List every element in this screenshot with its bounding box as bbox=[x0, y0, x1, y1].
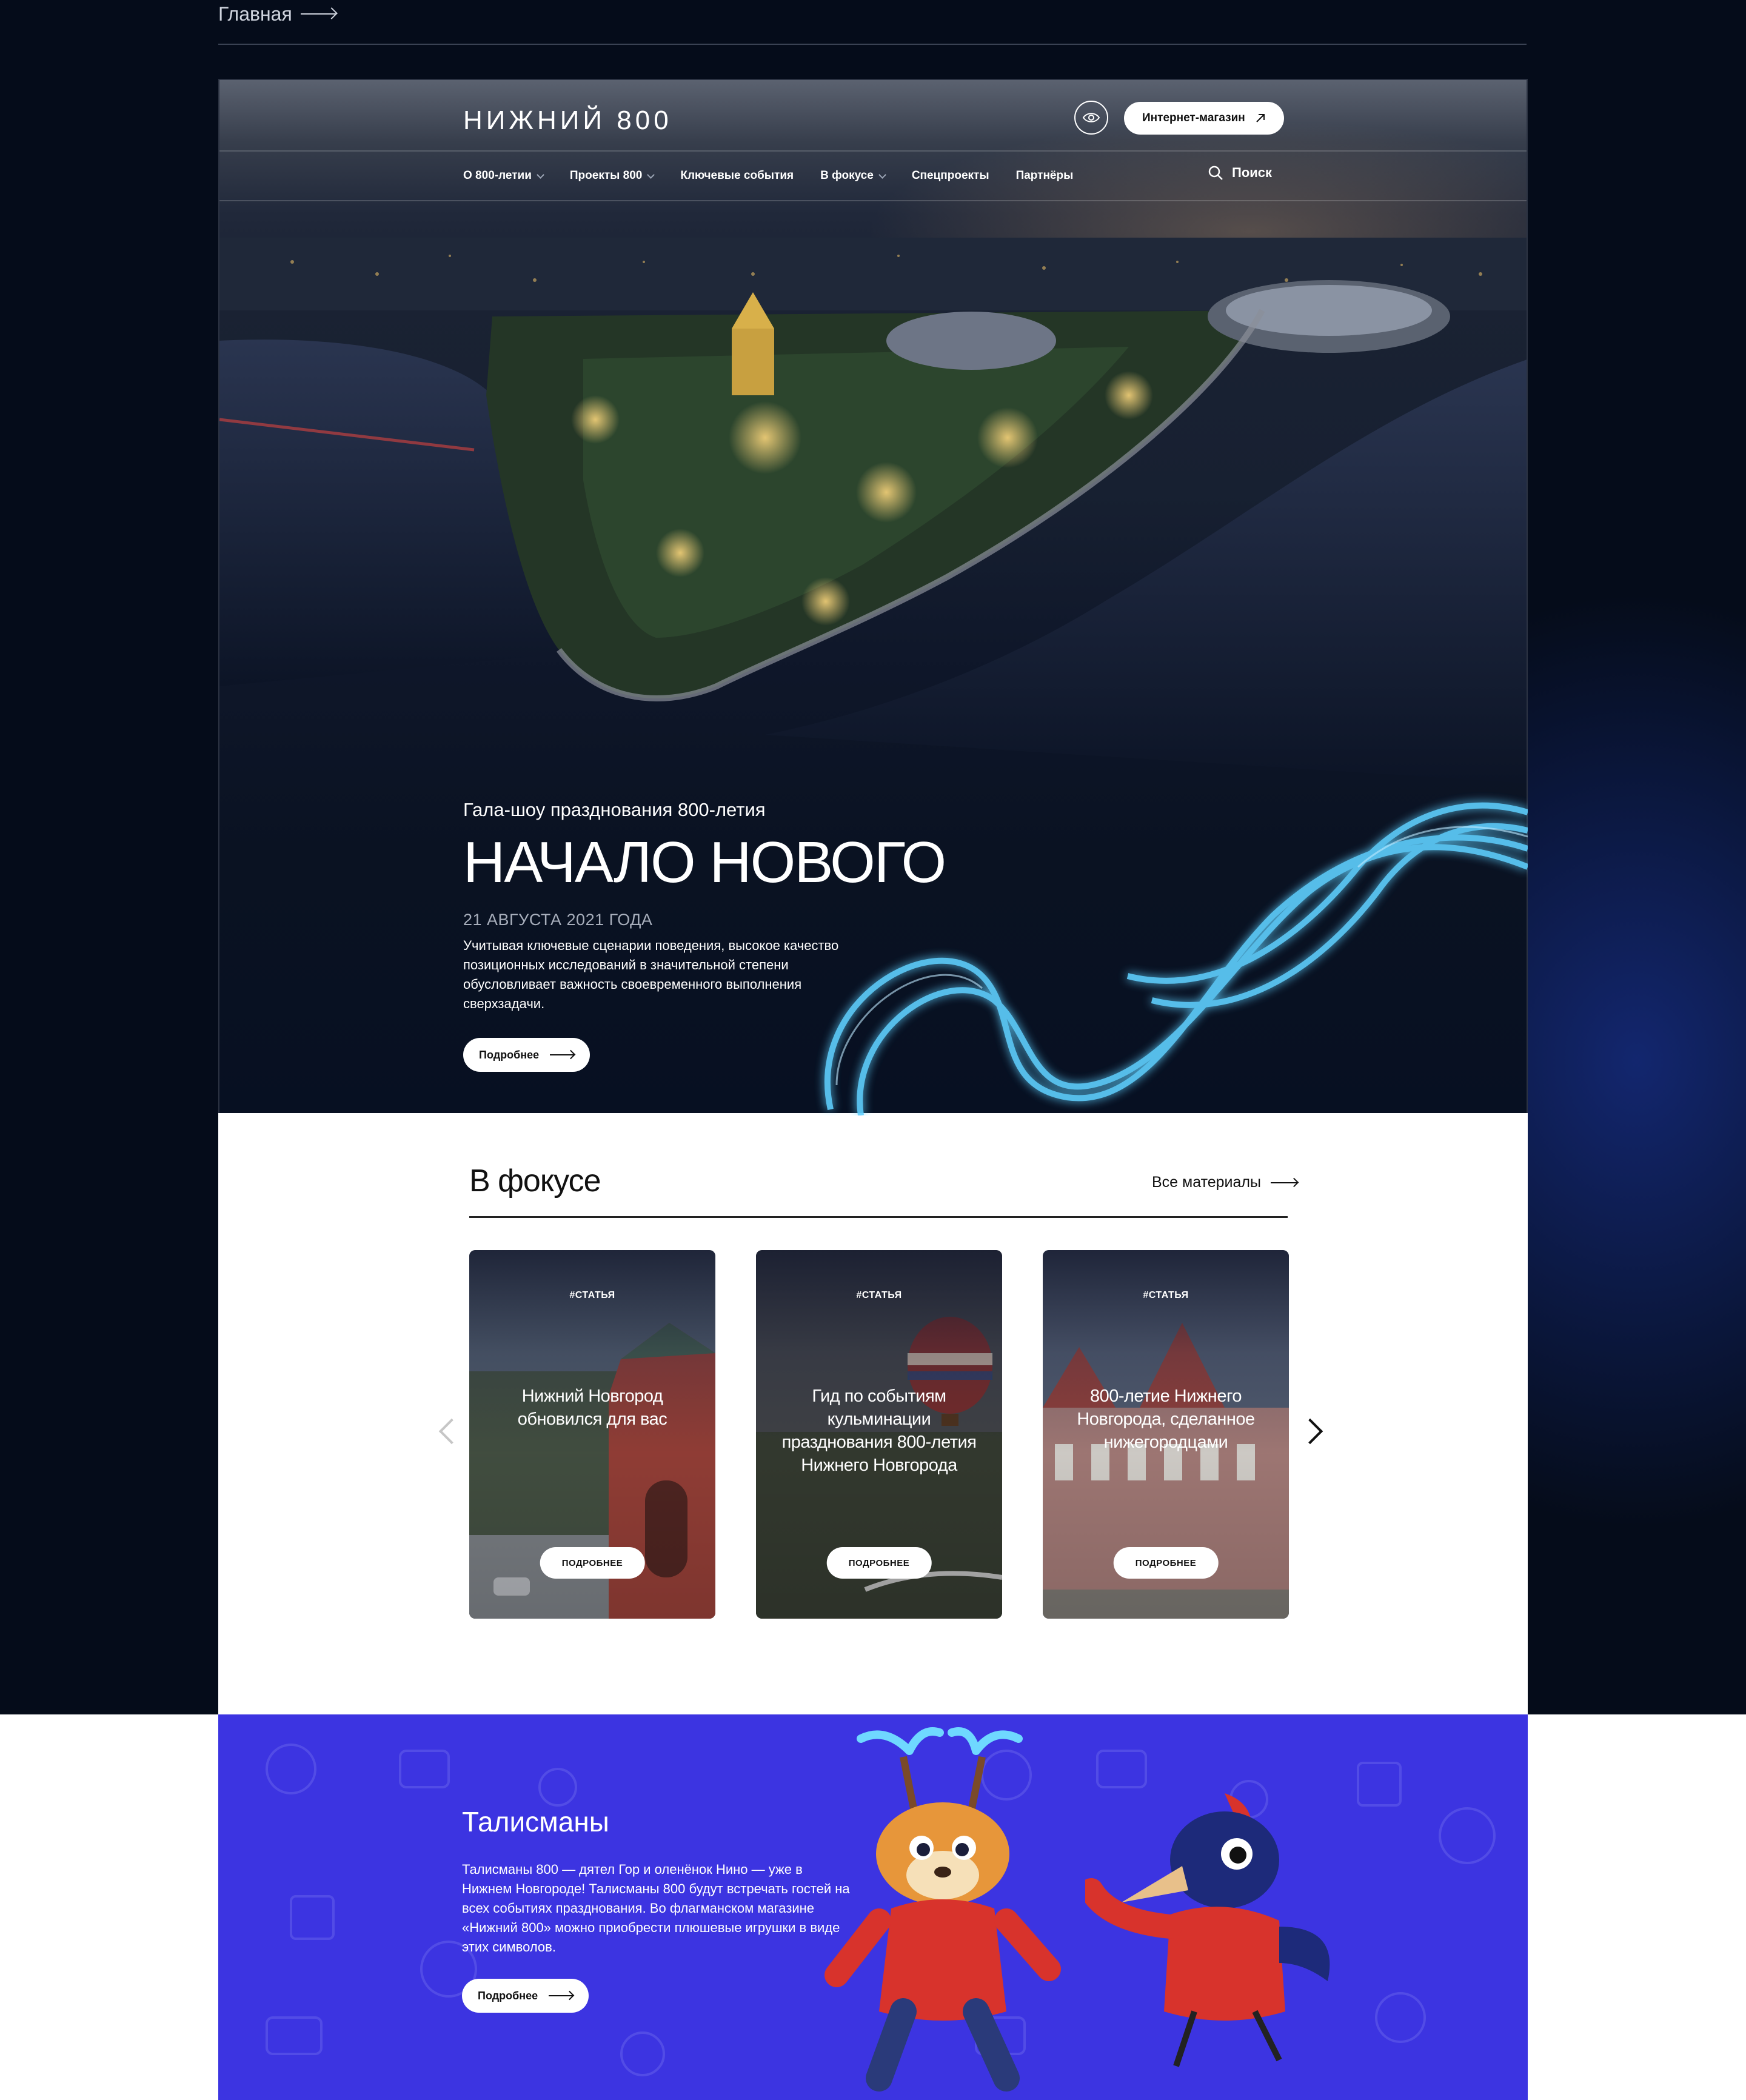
search-label: Поиск bbox=[1232, 165, 1273, 180]
article-card[interactable]: #СТАТЬЯ Нижний Новгород обновился для ва… bbox=[469, 1250, 715, 1619]
online-shop-button[interactable]: Интернет-магазин bbox=[1124, 102, 1284, 135]
nav-item-partners[interactable]: Партнёры bbox=[1016, 169, 1074, 182]
nav-label: Ключевые события bbox=[680, 169, 794, 182]
all-materials-label: Все материалы bbox=[1152, 1174, 1261, 1191]
nav-label: О 800-летии bbox=[463, 169, 532, 182]
breadcrumb-home-link[interactable]: Главная bbox=[218, 3, 292, 25]
article-card[interactable]: #СТАТЬЯ Гид по событиям кульминации праз… bbox=[756, 1250, 1002, 1619]
nav-item-projects[interactable]: Проекты 800 bbox=[569, 169, 655, 182]
card-more-button[interactable]: ПОДРОБНЕЕ bbox=[540, 1547, 645, 1579]
card-title: 800-летие Нижнего Новгорода, сделанное н… bbox=[1077, 1386, 1255, 1452]
hero-subtitle: Гала-шоу празднования 800-летия bbox=[463, 799, 766, 820]
section-title: Талисманы bbox=[462, 1806, 609, 1837]
nav-item-about[interactable]: О 800-летии bbox=[463, 169, 544, 182]
chevron-down-icon bbox=[878, 170, 886, 179]
woodpecker-mascot-illustration bbox=[1085, 1793, 1330, 2067]
page-bottom-left bbox=[0, 1714, 218, 2100]
search-icon bbox=[1208, 166, 1223, 180]
mascots-description: Талисманы 800 — дятел Гор и оленёнок Нин… bbox=[462, 1862, 850, 1955]
nav-item-key-events[interactable]: Ключевые события bbox=[680, 169, 794, 182]
accessibility-button[interactable] bbox=[1074, 101, 1108, 135]
arrow-up-right-icon bbox=[1256, 114, 1265, 122]
divider bbox=[218, 44, 1527, 45]
eye-icon bbox=[1082, 113, 1100, 122]
card-tag: #СТАТЬЯ bbox=[569, 1290, 615, 1300]
chevron-down-icon bbox=[537, 170, 544, 179]
arrow-right-icon bbox=[300, 13, 336, 15]
mascots-more-label: Подробнее bbox=[478, 1989, 538, 2002]
page-bottom-right bbox=[1528, 1714, 1746, 2100]
hero-more-label: Подробнее bbox=[479, 1048, 540, 1061]
card-title: Гид по событиям кульминации празднования… bbox=[781, 1386, 977, 1475]
mascots-more-button[interactable]: Подробнее bbox=[462, 1979, 589, 2013]
nav-label: Проекты 800 bbox=[569, 169, 643, 182]
search-button[interactable]: Поиск bbox=[1208, 165, 1272, 181]
carousel-prev-button[interactable] bbox=[438, 1418, 465, 1445]
arrow-right-icon bbox=[550, 1054, 575, 1055]
carousel-next-button[interactable] bbox=[1297, 1418, 1323, 1445]
breadcrumb: Главная bbox=[218, 0, 336, 28]
arrow-right-icon bbox=[549, 1995, 574, 1996]
online-shop-label: Интернет-магазин bbox=[1142, 112, 1245, 124]
divider bbox=[219, 200, 1527, 201]
divider bbox=[469, 1216, 1288, 1218]
chevron-down-icon bbox=[647, 170, 655, 179]
nav-item-special[interactable]: Спецпроекты bbox=[912, 169, 989, 182]
mascots-section: Талисманы Талисманы 800 — дятел Гор и ол… bbox=[218, 1714, 1528, 2100]
article-card[interactable]: #СТАТЬЯ 800-летие Нижнего Новгорода, сде… bbox=[1043, 1250, 1289, 1619]
card-more-button[interactable]: ПОДРОБНЕЕ bbox=[826, 1547, 932, 1579]
arrow-right-icon bbox=[1270, 1182, 1297, 1183]
section-title: В фокусе bbox=[469, 1163, 601, 1199]
header-top: НИЖНИЙ 800 Интернет-магазин bbox=[219, 80, 1527, 152]
all-materials-link[interactable]: Все материалы bbox=[1152, 1174, 1297, 1191]
hero-more-button[interactable]: Подробнее bbox=[463, 1038, 590, 1072]
hero-date: 21 АВГУСТА 2021 ГОДА bbox=[463, 911, 653, 929]
city-aerial-image bbox=[219, 238, 1527, 783]
card-tag: #СТАТЬЯ bbox=[1143, 1290, 1189, 1300]
nav-label: Спецпроекты bbox=[911, 169, 989, 182]
card-tag: #СТАТЬЯ bbox=[856, 1290, 902, 1300]
site-preview: НИЖНИЙ 800 Интернет-магазин О 800-летии … bbox=[218, 79, 1528, 2100]
nav-label: В фокусе bbox=[820, 169, 874, 182]
card-title: Нижний Новгород обновился для вас bbox=[517, 1386, 667, 1429]
neon-sculpture-image bbox=[824, 802, 1528, 1115]
focus-section: В фокусе Все материалы #СТАТЬЯ Нижний Но… bbox=[218, 1113, 1528, 1714]
logo[interactable]: НИЖНИЙ 800 bbox=[463, 105, 672, 136]
main-nav: О 800-летии Проекты 800 Ключевые события… bbox=[463, 152, 1073, 200]
deer-mascot-illustration bbox=[824, 1727, 1061, 2092]
nav-label: Партнёры bbox=[1015, 169, 1074, 182]
card-more-button[interactable]: ПОДРОБНЕЕ bbox=[1113, 1547, 1219, 1579]
nav-item-focus[interactable]: В фокусе bbox=[820, 169, 886, 182]
